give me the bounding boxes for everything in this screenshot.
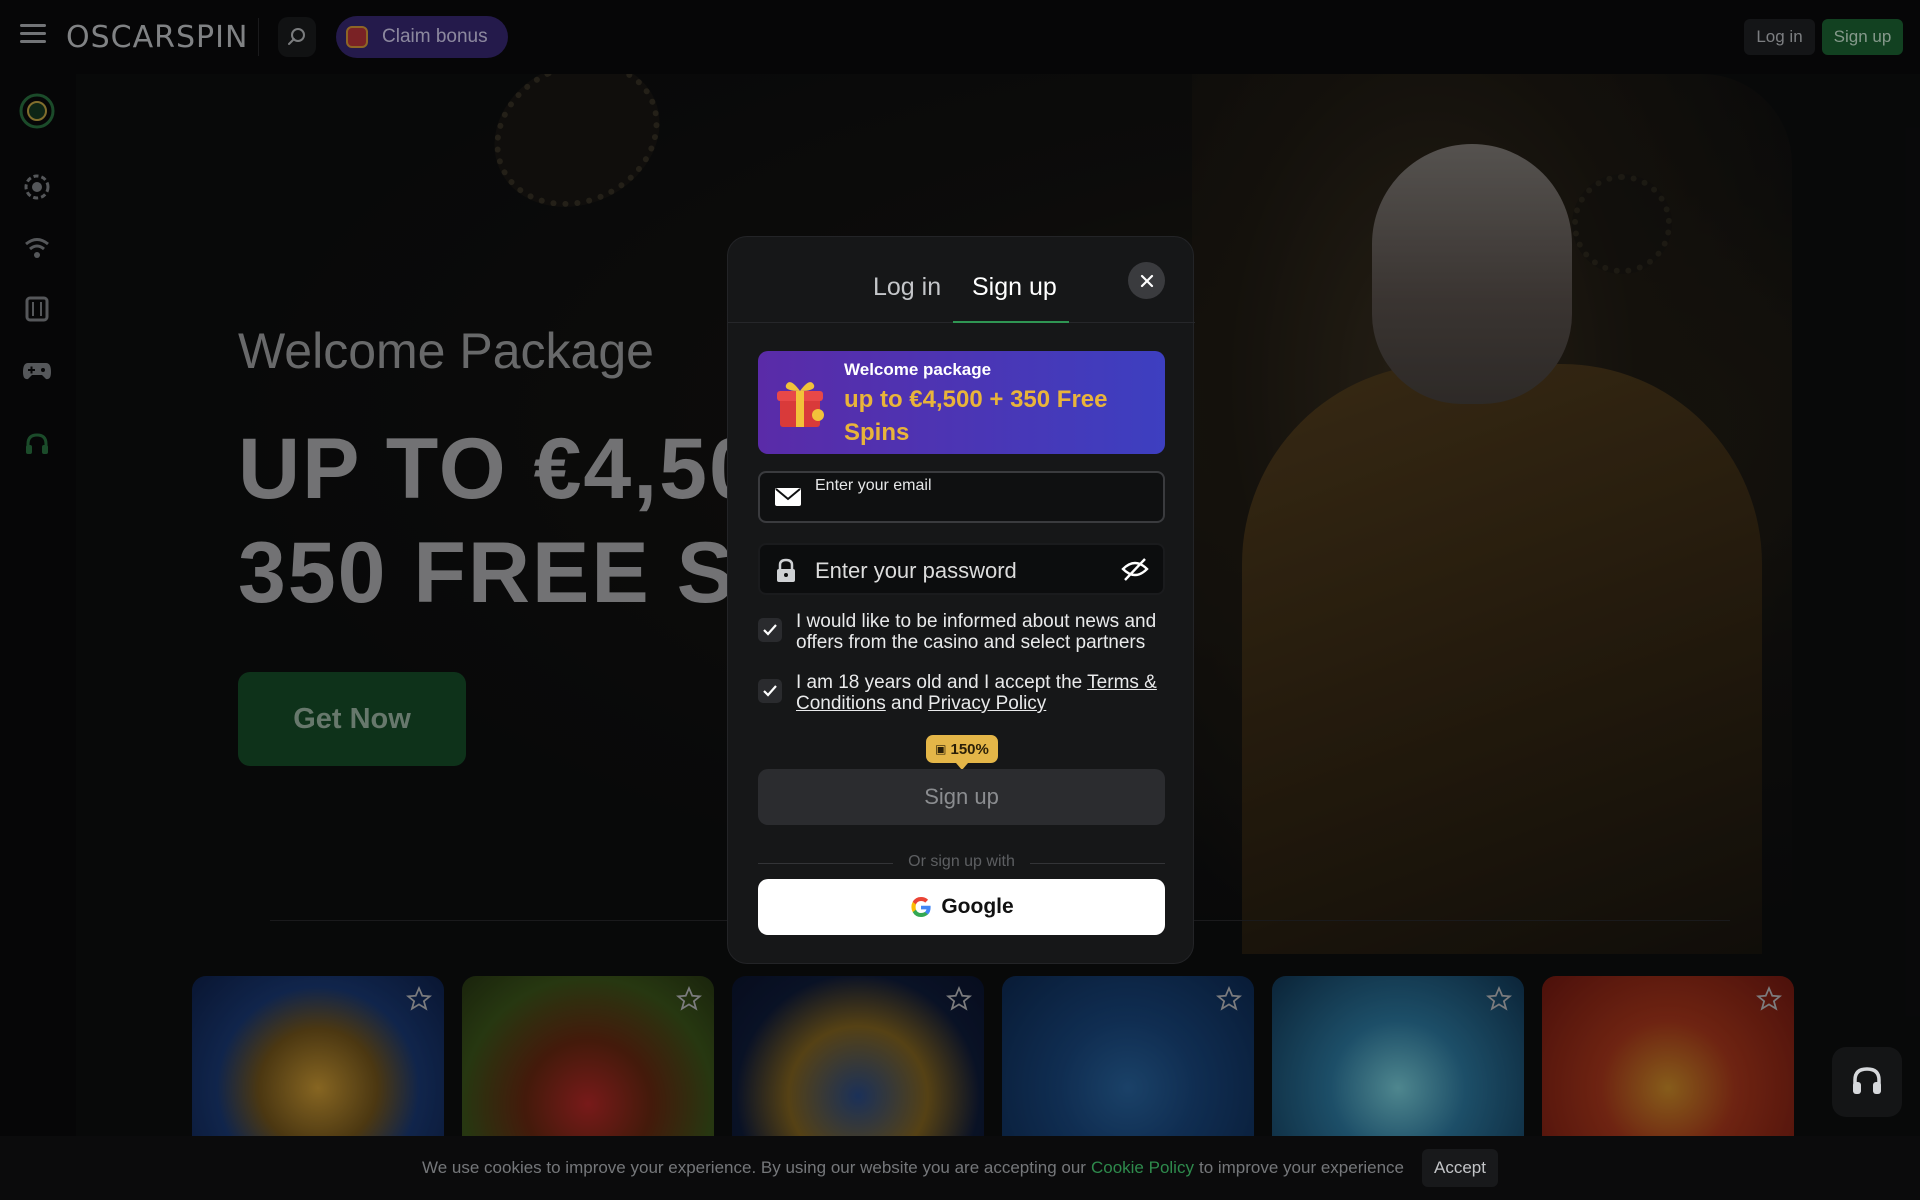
promo-title: Welcome package xyxy=(844,360,992,379)
checkmark-icon xyxy=(763,624,777,636)
age-text-before: I am 18 years old and I accept the xyxy=(796,672,1088,693)
password-input[interactable] xyxy=(815,558,1115,584)
email-input[interactable] xyxy=(815,497,1145,519)
gift-icon: ▣ xyxy=(935,742,947,756)
email-label: Enter your email xyxy=(815,477,932,494)
google-button-label: Google xyxy=(941,895,1014,918)
mail-icon xyxy=(775,488,801,506)
auth-tabs: Log in Sign up xyxy=(728,237,1195,323)
news-consent-text: I would like to be informed about news a… xyxy=(796,611,1157,653)
tab-login[interactable]: Log in xyxy=(873,273,941,302)
news-consent-row: I would like to be informed about news a… xyxy=(758,611,1165,653)
bonus-badge: ▣ 150% xyxy=(926,735,998,770)
news-checkbox[interactable] xyxy=(758,618,782,642)
hide-password-icon[interactable] xyxy=(1121,557,1149,583)
lock-icon xyxy=(777,558,795,582)
close-icon xyxy=(1140,274,1153,287)
password-field[interactable] xyxy=(758,543,1165,595)
cookie-text-after: to improve your experience xyxy=(1198,1158,1405,1177)
auth-modal: Log in Sign up Welcome package up to €4,… xyxy=(727,236,1195,964)
cookie-policy-link[interactable]: Cookie Policy xyxy=(1091,1158,1194,1178)
bonus-badge-text: 150% xyxy=(950,740,989,758)
google-logo-icon xyxy=(911,897,931,917)
headset-icon xyxy=(1853,1067,1881,1094)
signup-submit-button[interactable]: Sign up xyxy=(758,769,1165,825)
email-field[interactable]: Enter your email xyxy=(758,471,1165,523)
gift-box-icon xyxy=(777,382,824,427)
google-signup-button[interactable]: Google xyxy=(758,879,1165,935)
age-consent-text: I am 18 years old and I accept the Terms… xyxy=(796,672,1165,714)
tab-signup[interactable]: Sign up xyxy=(972,273,1057,302)
close-button[interactable] xyxy=(1128,262,1165,299)
or-signup-text: Or sign up with xyxy=(908,853,1015,870)
cookie-text: We use cookies to improve your experienc… xyxy=(421,1158,1086,1177)
privacy-link[interactable]: Privacy Policy xyxy=(928,693,1046,714)
checkmark-icon xyxy=(763,685,777,697)
support-chat-button[interactable] xyxy=(1832,1047,1902,1117)
active-tab-indicator xyxy=(953,321,1069,323)
age-terms-checkbox[interactable] xyxy=(758,679,782,703)
cookie-bar: We use cookies to improve your experienc… xyxy=(0,1136,1920,1200)
or-divider: Or sign up with xyxy=(758,853,1165,873)
welcome-package-banner: Welcome package up to €4,500 + 350 Free … xyxy=(758,351,1165,454)
cookie-accept-button[interactable]: Accept xyxy=(1422,1149,1498,1187)
age-text-mid: and xyxy=(885,693,929,714)
age-consent-row: I am 18 years old and I accept the Terms… xyxy=(758,672,1165,714)
promo-subtitle: up to €4,500 + 350 Free Spins xyxy=(844,386,1108,446)
